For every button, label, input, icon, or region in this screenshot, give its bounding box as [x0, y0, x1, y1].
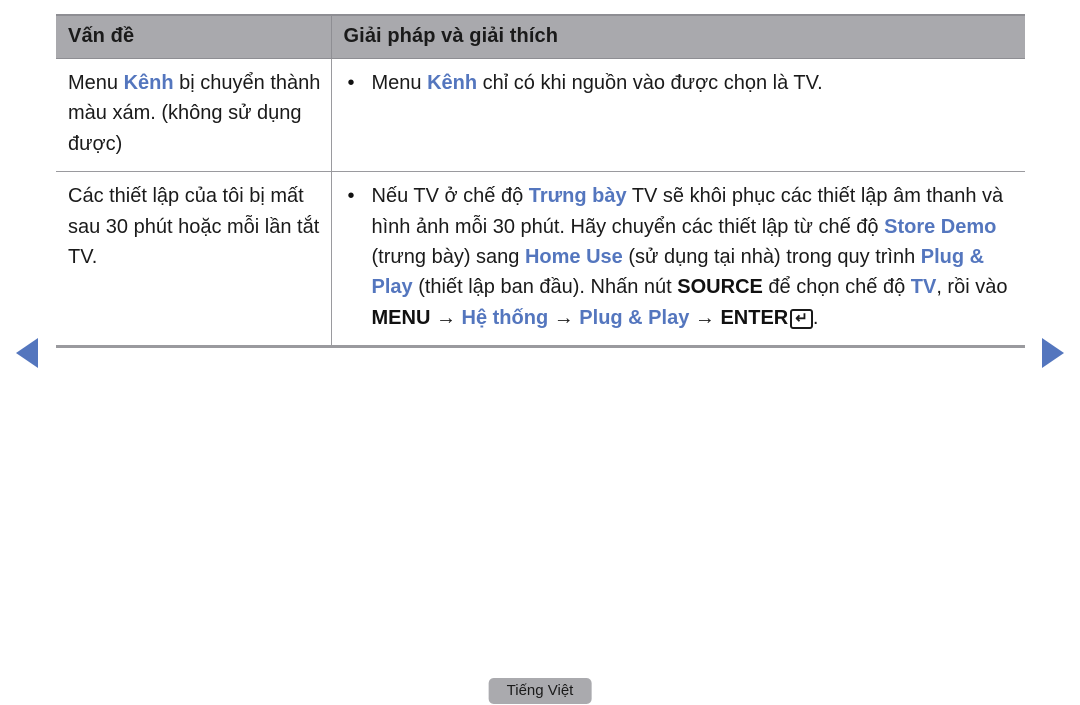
next-page-arrow-icon[interactable] [1042, 338, 1064, 368]
solution-seg-5: (trưng bày) sang [371, 245, 525, 268]
column-header-problem: Vấn đề [56, 14, 332, 59]
prev-page-arrow-icon[interactable] [16, 338, 38, 368]
solution-seg-15: → [430, 306, 462, 329]
table-row: Các thiết lập của tôi bị mất sau 30 phút… [56, 171, 1025, 349]
solution-cell: • Nếu TV ở chế độ Trưng bày TV sẽ khôi p… [331, 171, 1025, 349]
troubleshooting-table: Vấn đề Giải pháp và giải thích Menu Kênh… [56, 14, 1025, 349]
solution-seg-13: , rồi vào [936, 276, 1008, 299]
language-badge: Tiếng Việt [488, 678, 592, 704]
column-header-solution: Giải pháp và giải thích [331, 14, 1025, 59]
bullet-dot-icon: • [347, 72, 355, 94]
solution-highlight-kenh: Kênh [427, 72, 478, 94]
solution-bold-source: SOURCE [677, 276, 763, 299]
solution-bullet-item: • Menu Kênh chỉ có khi nguồn vào được ch… [346, 68, 1018, 98]
solution-bold-enter: ENTER [720, 306, 789, 329]
table-row: Menu Kênh bị chuyển thành màu xám. (khôn… [56, 58, 1025, 173]
solution-text: Menu Kênh chỉ có khi nguồn vào được chọn… [372, 68, 1018, 98]
problem-text: Các thiết lập của tôi bị mất sau 30 phút… [68, 185, 320, 268]
solution-highlight-plug-play-2: Plug & Play [579, 306, 690, 329]
solution-seg-1: Nếu TV ở chế độ [371, 185, 529, 208]
solution-seg-21: . [812, 306, 819, 329]
solution-seg-19: → [689, 306, 721, 329]
solution-highlight-he-thong: Hệ thống [461, 306, 549, 329]
solution-cell: • Menu Kênh chỉ có khi nguồn vào được ch… [331, 58, 1025, 173]
solution-seg-11: để chọn chế độ [762, 276, 911, 299]
bullet-dot-icon: • [347, 185, 355, 208]
solution-highlight-store-demo: Store Demo [884, 215, 997, 238]
problem-highlight-kenh: Kênh [123, 72, 174, 94]
problem-cell: Các thiết lập của tôi bị mất sau 30 phút… [56, 171, 332, 349]
solution-seg-7: (sử dụng tại nhà) trong quy trình [622, 245, 921, 268]
table-header-row: Vấn đề Giải pháp và giải thích [56, 14, 1025, 59]
troubleshooting-table-container: Vấn đề Giải pháp và giải thích Menu Kênh… [56, 14, 1025, 349]
problem-text-part-1: Menu [68, 72, 124, 94]
enter-key-icon: ↵ [790, 308, 813, 329]
problem-cell: Menu Kênh bị chuyển thành màu xám. (khôn… [56, 58, 332, 173]
solution-text: Nếu TV ở chế độ Trưng bày TV sẽ khôi phụ… [372, 181, 1018, 333]
solution-highlight-tv: TV [910, 276, 937, 299]
solution-bold-menu: MENU [371, 306, 431, 329]
table-header: Vấn đề Giải pháp và giải thích [56, 14, 1025, 59]
solution-seg-9: (thiết lập ban đầu). Nhấn nút [412, 276, 678, 299]
table-body: Menu Kênh bị chuyển thành màu xám. (khôn… [56, 58, 1025, 349]
solution-highlight-trungbay: Trưng bày [528, 185, 627, 208]
solution-bullet-item: • Nếu TV ở chế độ Trưng bày TV sẽ khôi p… [346, 181, 1018, 333]
solution-seg-17: → [548, 306, 580, 329]
solution-text-part-1: Menu [371, 72, 428, 94]
solution-highlight-home-use: Home Use [524, 245, 623, 268]
solution-text-part-2: chỉ có khi nguồn vào được chọn là TV. [477, 72, 823, 94]
